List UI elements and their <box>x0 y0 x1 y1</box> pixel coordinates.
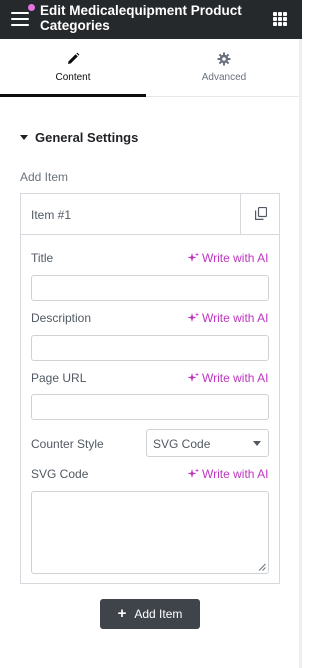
repeater-item-title: Item #1 <box>31 208 72 222</box>
ai-sparkle-icon <box>187 468 199 478</box>
svg-code-textarea[interactable] <box>31 491 269 574</box>
section-title: General Settings <box>35 129 139 145</box>
description-input[interactable] <box>31 335 269 361</box>
pencil-icon <box>68 52 80 64</box>
tab-advanced-label: Advanced <box>201 72 247 83</box>
write-with-ai-label: Write with AI <box>202 251 269 265</box>
write-with-ai-description[interactable]: Write with AI <box>187 311 268 325</box>
duplicate-icon <box>255 207 267 220</box>
notification-dot <box>28 4 35 11</box>
repeater-item: Item #1 Title Write with AI Description … <box>20 193 280 584</box>
duplicate-button[interactable] <box>240 194 279 234</box>
write-with-ai-label: Write with AI <box>202 371 269 385</box>
write-with-ai-label: Write with AI <box>202 311 269 325</box>
write-with-ai-page-url[interactable]: Write with AI <box>187 371 268 385</box>
section-toggle[interactable]: General Settings <box>20 129 138 145</box>
counter-style-value: SVG Code <box>153 437 211 451</box>
panel-title: Edit Medicalequipment Product Categories <box>40 3 242 33</box>
title-input[interactable] <box>31 275 269 301</box>
tab-content[interactable]: Content <box>0 39 146 97</box>
repeater-item-header[interactable]: Item #1 <box>21 194 279 235</box>
tab-advanced[interactable]: Advanced <box>146 39 302 97</box>
add-item-button[interactable]: + Add Item <box>100 599 200 629</box>
chevron-down-icon <box>253 441 261 446</box>
gear-icon <box>217 52 231 66</box>
ai-sparkle-icon <box>187 312 199 322</box>
ai-sparkle-icon <box>187 252 199 262</box>
description-label: Description <box>31 311 92 325</box>
page-url-input[interactable] <box>31 394 269 420</box>
counter-style-select[interactable]: SVG Code <box>146 429 269 457</box>
repeater-label: Add Item <box>20 170 69 184</box>
plus-icon: + <box>117 605 127 622</box>
write-with-ai-title[interactable]: Write with AI <box>187 251 268 265</box>
add-item-button-label: Add Item <box>134 607 183 621</box>
panel-scrollbar[interactable] <box>299 39 302 668</box>
counter-style-label: Counter Style <box>31 437 104 451</box>
caret-down-icon <box>20 134 28 140</box>
panel-tabs: Content Advanced <box>0 39 302 97</box>
widgets-grid-icon[interactable] <box>273 12 287 26</box>
write-with-ai-label: Write with AI <box>202 467 269 481</box>
svg-code-label: SVG Code <box>31 467 89 481</box>
tab-content-label: Content <box>55 72 91 83</box>
title-label: Title <box>31 251 54 265</box>
resize-handle-icon[interactable] <box>258 563 266 571</box>
editor-header: Edit Medicalequipment Product Categories <box>0 0 302 39</box>
ai-sparkle-icon <box>187 372 199 382</box>
menu-icon[interactable] <box>11 12 29 27</box>
page-url-label: Page URL <box>31 371 87 385</box>
write-with-ai-svg-code[interactable]: Write with AI <box>187 467 268 481</box>
